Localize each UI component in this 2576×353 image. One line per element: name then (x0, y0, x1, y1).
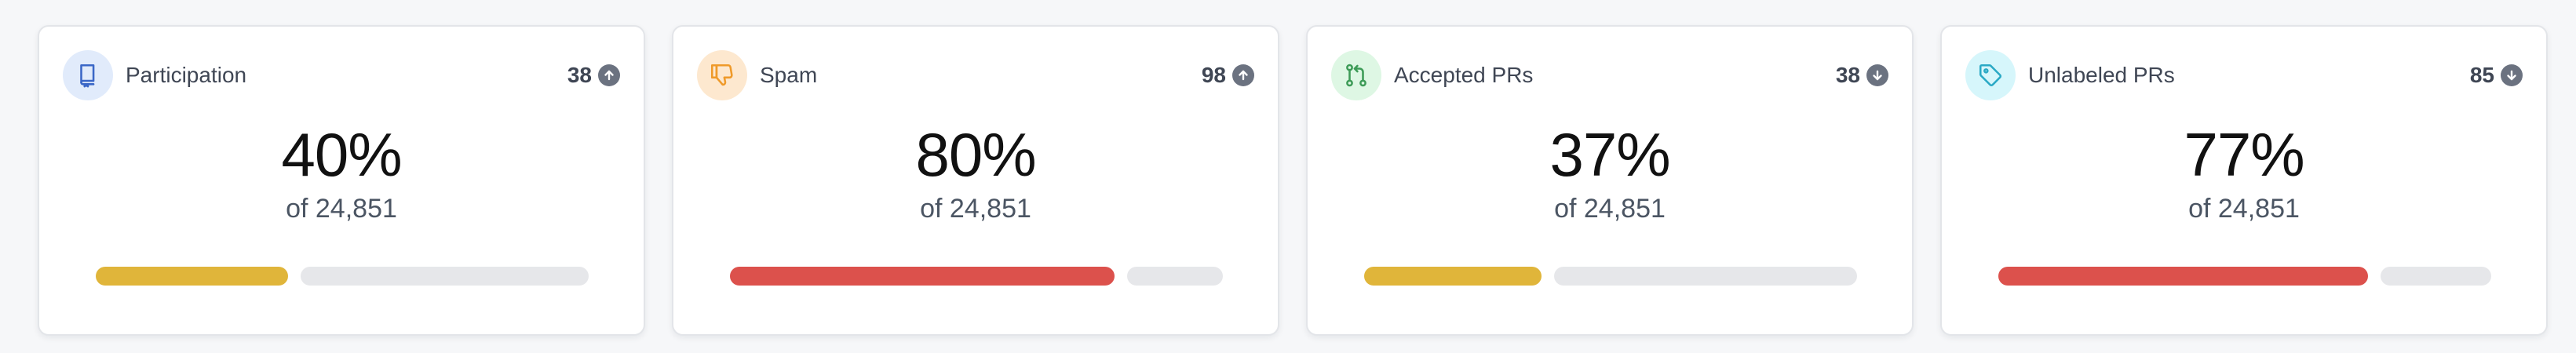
arrow-up-circle-icon (598, 64, 620, 86)
repo-icon (63, 50, 113, 100)
card-header: Unlabeled PRs 85 (1965, 50, 2523, 100)
progress-bar-fill (1364, 267, 1542, 286)
trend-indicator: 98 (1202, 63, 1254, 88)
stat-card-accepted-prs[interactable]: Accepted PRs 38 37% of 24,851 (1306, 25, 1914, 336)
trend-count: 38 (1835, 63, 1860, 87)
percentage-value: 37% (1549, 120, 1670, 189)
card-header: Accepted PRs 38 (1331, 50, 1888, 100)
card-title: Unlabeled PRs (2028, 63, 2175, 87)
percentage-value: 77% (2184, 120, 2304, 189)
trend-indicator: 85 (2470, 63, 2523, 88)
progress-bar-fill (730, 267, 1115, 286)
progress-bar-track (2381, 267, 2491, 286)
total-count: of 24,851 (920, 194, 1031, 224)
total-count: of 24,851 (2188, 194, 2300, 224)
arrow-down-circle-icon (2501, 64, 2523, 86)
percentage-value: 80% (915, 120, 1036, 189)
trend-count: 98 (1201, 63, 1226, 87)
progress-bar-track (301, 267, 589, 286)
card-title: Participation (126, 63, 247, 87)
card-header: Spam 98 (697, 50, 1254, 100)
trend-count: 85 (2469, 63, 2494, 87)
trend-count: 38 (567, 63, 592, 87)
card-title: Spam (760, 63, 818, 87)
stat-cards: Participation 38 40% of 24,851 Spam 98 8… (38, 25, 2548, 336)
progress-bar-track (1127, 267, 1223, 286)
stat-card-participation[interactable]: Participation 38 40% of 24,851 (38, 25, 645, 336)
git-pull-request-icon (1331, 50, 1381, 100)
tag-icon (1965, 50, 2016, 100)
thumbs-down-icon (697, 50, 747, 100)
progress-bar-fill (96, 267, 288, 286)
arrow-down-circle-icon (1866, 64, 1888, 86)
card-title: Accepted PRs (1394, 63, 1534, 87)
trend-indicator: 38 (567, 63, 620, 88)
total-count: of 24,851 (1554, 194, 1666, 224)
trend-indicator: 38 (1836, 63, 1888, 88)
percentage-value: 40% (281, 120, 402, 189)
card-header: Participation 38 (63, 50, 620, 100)
arrow-up-circle-icon (1232, 64, 1254, 86)
progress-bar-track (1554, 267, 1857, 286)
total-count: of 24,851 (286, 194, 397, 224)
stat-card-spam[interactable]: Spam 98 80% of 24,851 (672, 25, 1279, 336)
progress-bar-fill (1998, 267, 2368, 286)
stat-card-unlabeled-prs[interactable]: Unlabeled PRs 85 77% of 24,851 (1940, 25, 2548, 336)
